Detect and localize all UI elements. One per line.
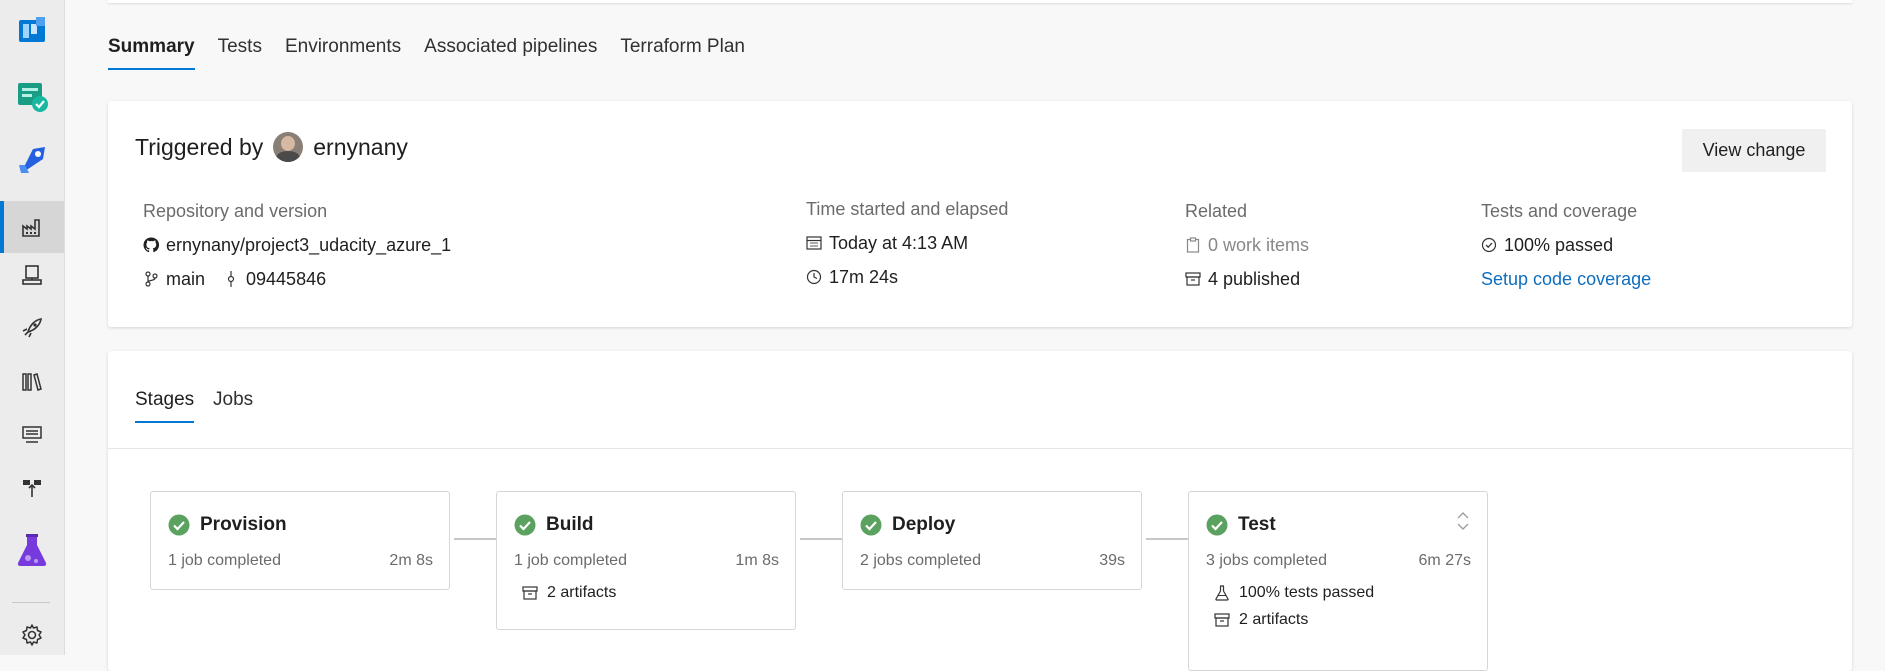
repository-link[interactable]: ernynany/project3_udacity_azure_1: [166, 235, 451, 256]
stage-name: Build: [546, 514, 594, 535]
clock-icon: [806, 269, 822, 285]
stages-card: Stages Jobs Provision 1 job completed 2m…: [108, 351, 1852, 671]
nav-pipelines[interactable]: [0, 134, 64, 186]
settings-icon: [22, 624, 42, 646]
stage-build[interactable]: Build 1 job completed 1m 8s 2 artifacts: [496, 491, 796, 630]
stage-name: Deploy: [892, 514, 956, 535]
pipelines-icon: [19, 147, 45, 173]
task-groups-icon: [22, 426, 42, 443]
triggered-by: Triggered by ernynany: [135, 132, 408, 162]
success-icon: [860, 514, 882, 536]
stage-provision[interactable]: Provision 1 job completed 2m 8s: [150, 491, 450, 590]
artifact-icon: [522, 585, 538, 601]
elapsed-time: 17m 24s: [829, 266, 899, 287]
artifact-icon: [1214, 612, 1230, 628]
test-plans-icon: [17, 534, 47, 566]
pipelines-runs-icon: [22, 219, 40, 237]
github-icon: [143, 237, 159, 253]
tests-passed-link[interactable]: 100% passed: [1504, 235, 1613, 256]
view-change-button[interactable]: View change: [1682, 129, 1826, 172]
related-section: Related 0 work items 4 published: [1185, 201, 1309, 302]
commit-hash[interactable]: 09445846: [246, 269, 326, 290]
boards-icon: [19, 17, 45, 42]
success-icon: [1206, 514, 1228, 536]
tests-coverage-section: Tests and coverage 100% passed Setup cod…: [1481, 201, 1651, 302]
tab-terraform-plan[interactable]: Terraform Plan: [620, 36, 745, 70]
start-time: Today at 4:13 AM: [829, 232, 969, 253]
stage-jobs-status: 1 job completed: [168, 552, 281, 569]
stage-artifacts-link[interactable]: 2 artifacts: [497, 570, 795, 602]
deployment-groups-icon: [23, 480, 41, 497]
test-plans-board-icon: [18, 83, 48, 112]
repository-section: Repository and version ernynany/project3…: [143, 201, 451, 302]
run-summary-card: Triggered by ernynany View change Reposi…: [108, 101, 1852, 327]
stage-jobs-status: 2 jobs completed: [860, 552, 981, 569]
rail-divider: [12, 602, 50, 603]
tab-stages[interactable]: Stages: [135, 389, 195, 423]
nav-releases[interactable]: [0, 302, 64, 354]
stage-connector: [800, 538, 846, 540]
time-label: Time started and elapsed: [806, 199, 1009, 219]
tab-jobs[interactable]: Jobs: [213, 389, 253, 423]
tab-tests[interactable]: Tests: [218, 36, 262, 70]
work-items-link[interactable]: 0 work items: [1208, 235, 1309, 256]
branch-name[interactable]: main: [166, 269, 205, 290]
calendar-icon: [806, 235, 822, 251]
expand-collapse-icon[interactable]: [1455, 508, 1471, 534]
time-section: Time started and elapsed Today at 4:13 A…: [806, 199, 1008, 300]
stage-artifacts-text: 2 artifacts: [547, 584, 617, 601]
check-circle-icon: [1481, 237, 1497, 253]
releases-icon: [22, 318, 42, 338]
stage-name: Provision: [200, 514, 287, 535]
nav-deployment-groups[interactable]: [0, 462, 64, 514]
stage-duration: 2m 8s: [389, 552, 433, 569]
environments-icon: [22, 265, 42, 285]
stage-test[interactable]: Test 3 jobs completed 6m 27s 100% tests …: [1188, 491, 1488, 671]
nav-library[interactable]: [0, 356, 64, 408]
library-icon: [22, 373, 42, 391]
tests-coverage-label: Tests and coverage: [1481, 201, 1638, 221]
stage-artifacts-link[interactable]: 2 artifacts: [1189, 602, 1487, 629]
repository-label: Repository and version: [143, 201, 328, 221]
flask-icon: [1214, 585, 1230, 601]
previous-card-edge: [108, 0, 1852, 3]
tab-environments[interactable]: Environments: [285, 36, 401, 70]
tab-associated-pipelines[interactable]: Associated pipelines: [424, 36, 597, 70]
stage-duration: 39s: [1099, 552, 1125, 569]
stage-connector: [1146, 538, 1192, 540]
commit-icon: [223, 271, 239, 287]
stage-jobs-status: 1 job completed: [514, 552, 627, 569]
setup-code-coverage-link[interactable]: Setup code coverage: [1481, 269, 1651, 290]
stage-duration: 6m 27s: [1418, 552, 1471, 569]
nav-boards[interactable]: [0, 4, 64, 56]
nav-environments[interactable]: [0, 249, 64, 301]
run-tabs: Summary Tests Environments Associated pi…: [108, 36, 768, 70]
left-nav-rail: [0, 0, 65, 655]
stage-tests-link[interactable]: 100% tests passed: [1189, 570, 1487, 602]
artifact-icon: [1185, 271, 1201, 287]
nav-pipelines-runs[interactable]: [0, 201, 64, 253]
stage-duration: 1m 8s: [735, 552, 779, 569]
stage-artifacts-text: 2 artifacts: [1239, 611, 1309, 628]
nav-settings[interactable]: [0, 609, 64, 661]
tab-summary[interactable]: Summary: [108, 36, 195, 70]
stage-name: Test: [1238, 514, 1276, 535]
published-link[interactable]: 4 published: [1208, 269, 1300, 290]
avatar[interactable]: [273, 132, 304, 162]
stage-connector: [454, 538, 500, 540]
success-icon: [168, 514, 190, 536]
related-label: Related: [1185, 201, 1248, 221]
nav-test-plans[interactable]: [0, 524, 64, 576]
triggered-by-user[interactable]: ernynany: [313, 134, 408, 161]
clipboard-icon: [1185, 237, 1201, 253]
nav-test-board[interactable]: [0, 70, 64, 122]
stage-jobs-status: 3 jobs completed: [1206, 552, 1327, 569]
stage-deploy[interactable]: Deploy 2 jobs completed 39s: [842, 491, 1142, 590]
success-icon: [514, 514, 536, 536]
nav-task-groups[interactable]: [0, 409, 64, 461]
stages-tab-bar: Stages Jobs: [108, 351, 1852, 449]
stage-tests-text: 100% tests passed: [1239, 584, 1375, 601]
triggered-by-label: Triggered by: [135, 133, 264, 160]
branch-icon: [143, 271, 159, 287]
